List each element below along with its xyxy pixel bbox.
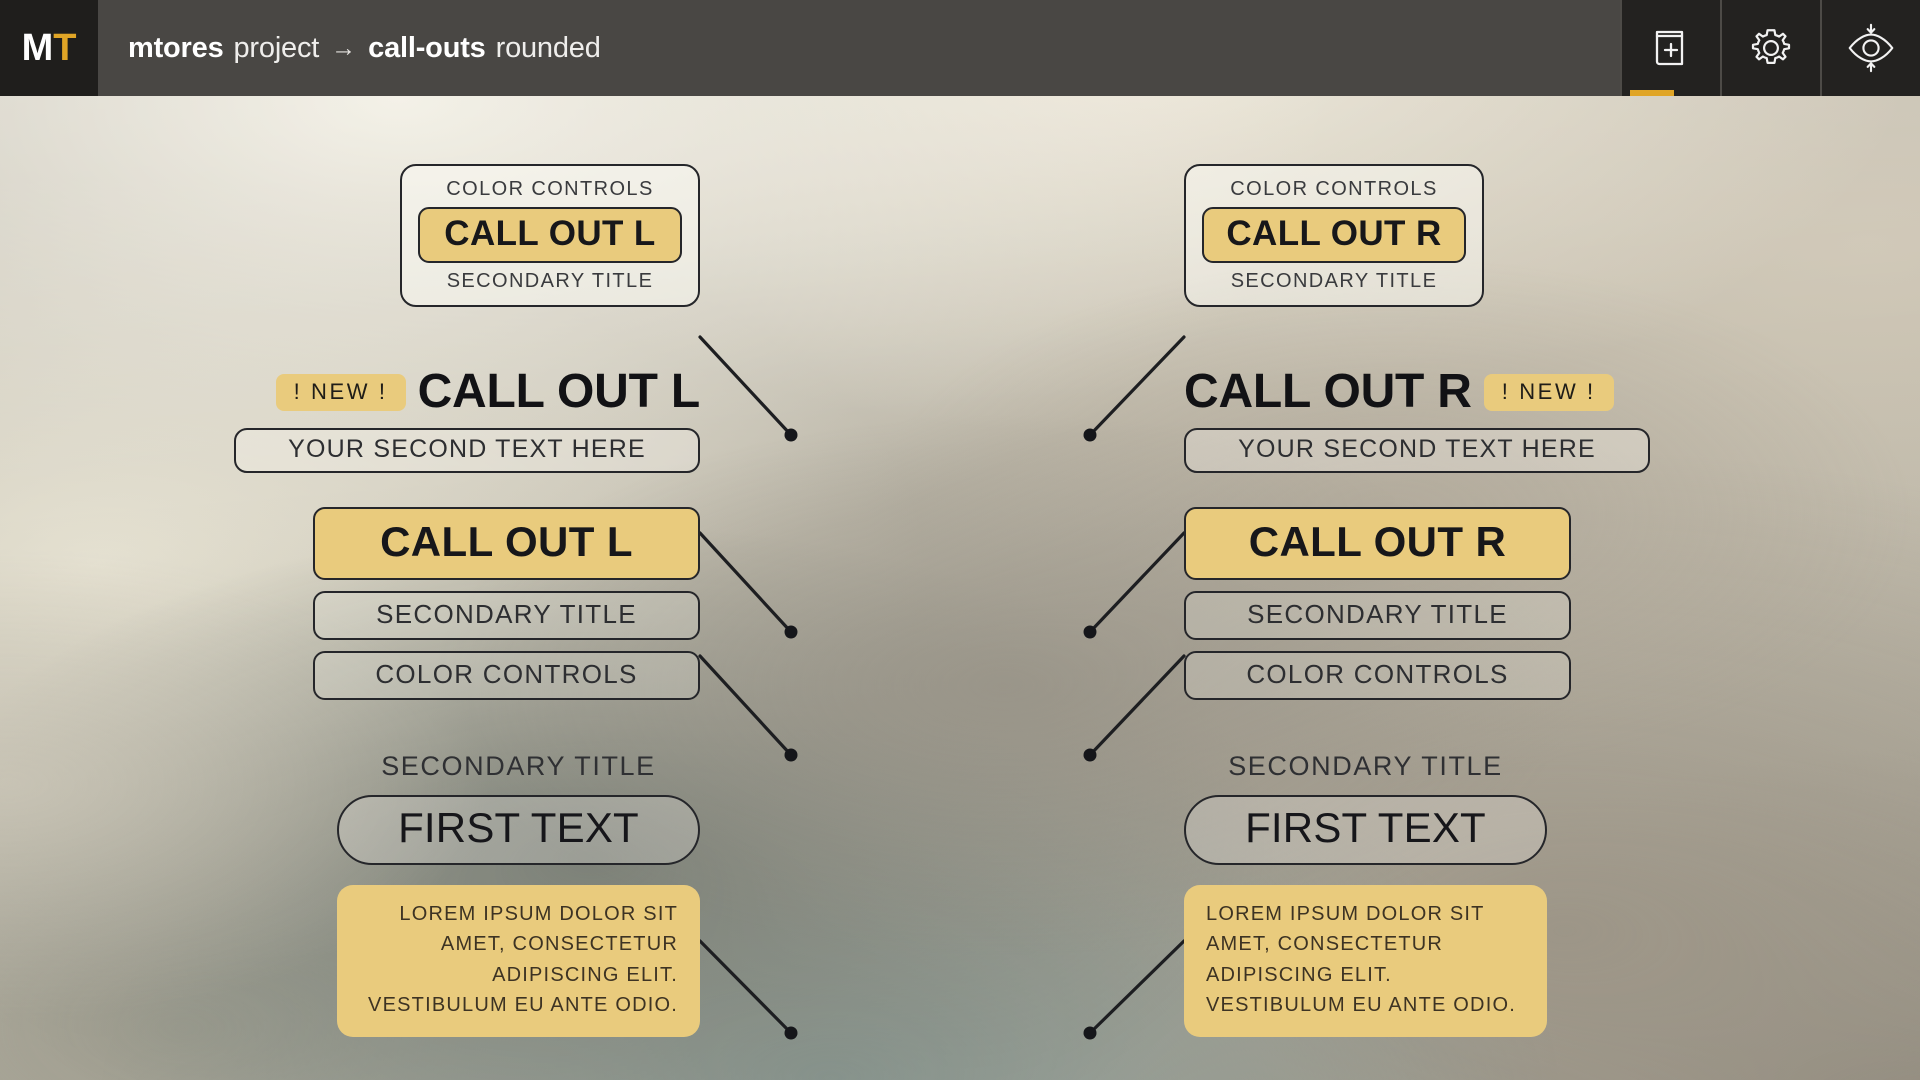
background-gradient-warm [0,96,1920,1080]
breadcrumb-arrow-icon: → [331,33,357,62]
callout-subtitle: YOUR SECOND TEXT HERE [1184,428,1650,473]
breadcrumb-project-word: project [233,31,320,64]
callout-panel-left[interactable]: COLOR CONTROLS CALL OUT L SECONDARY TITL… [400,164,700,307]
panel-bottom-caption: SECONDARY TITLE [446,270,654,292]
background-gradient-cool [0,96,1920,1080]
breadcrumb: mtores project → call-outs rounded [98,0,1620,96]
title-row: ! NEW ! CALL OUT L [234,368,700,416]
callout-subtitle: YOUR SECOND TEXT HERE [234,428,700,473]
panel-title: CALL OUT L [418,207,682,263]
app-window: COLOR CONTROLS CALL OUT L SECONDARY TITL… [0,0,1920,1080]
stack-line-1: SECONDARY TITLE [1184,591,1571,640]
callout-title: CALL OUT L [417,365,701,418]
toolbar [1620,0,1920,96]
breadcrumb-project-name[interactable]: mtores [128,32,224,65]
breadcrumb-item-name[interactable]: call-outs [368,32,486,65]
background-sheen [0,96,1920,1080]
stack-line-1: SECONDARY TITLE [313,591,700,640]
note-caption: SECONDARY TITLE [1228,751,1503,781]
note-body: LOREM IPSUM DOLOR SIT AMET, CONSECTETUR … [337,885,700,1037]
callout-title-bar-left[interactable]: ! NEW ! CALL OUT L YOUR SECOND TEXT HERE [234,368,700,473]
app-logo[interactable]: MT [0,0,98,96]
callout-stack-left[interactable]: CALL OUT L SECONDARY TITLE COLOR CONTROL… [313,507,700,700]
background-gradient-mid [0,96,1920,1080]
eye-fit-icon [1845,23,1897,73]
callout-stack-right[interactable]: CALL OUT R SECONDARY TITLE COLOR CONTROL… [1184,507,1571,700]
note-title: FIRST TEXT [1184,795,1547,865]
stack-line-2: COLOR CONTROLS [1184,651,1571,700]
preview-canvas[interactable]: COLOR CONTROLS CALL OUT L SECONDARY TITL… [0,96,1920,1080]
note-title: FIRST TEXT [337,795,700,865]
note-body: LOREM IPSUM DOLOR SIT AMET, CONSECTETUR … [1184,885,1547,1037]
callout-note-left[interactable]: SECONDARY TITLE FIRST TEXT LOREM IPSUM D… [337,751,700,1037]
logo-text: MT [22,29,77,67]
note-caption: SECONDARY TITLE [381,751,656,781]
panel-top-caption: COLOR CONTROLS [446,178,654,200]
add-to-library-button[interactable] [1620,0,1720,96]
breadcrumb-item-word: rounded [495,31,601,64]
panel-title: CALL OUT R [1202,207,1466,263]
leader-lines [698,335,1186,1040]
settings-button[interactable] [1720,0,1820,96]
stack-line-2: COLOR CONTROLS [313,651,700,700]
callout-title-bar-right[interactable]: CALL OUT R ! NEW ! YOUR SECOND TEXT HERE [1184,368,1650,473]
stack-title: CALL OUT R [1184,507,1571,580]
title-bar: MT mtores project → call-outs rounded [0,0,1920,96]
fit-to-view-button[interactable] [1820,0,1920,96]
logo-letter-t: T [53,27,77,69]
callout-note-right[interactable]: SECONDARY TITLE FIRST TEXT LOREM IPSUM D… [1184,751,1547,1037]
stack-title: CALL OUT L [313,507,700,580]
new-badge: ! NEW ! [275,373,406,411]
panel-bottom-caption: SECONDARY TITLE [1230,270,1438,292]
book-plus-icon [1650,26,1692,70]
new-badge: ! NEW ! [1483,373,1614,411]
panel-top-caption: COLOR CONTROLS [1230,178,1438,200]
logo-letter-m: M [21,27,54,69]
callout-title: CALL OUT R [1184,365,1472,418]
gear-icon [1748,25,1794,71]
callout-panel-right[interactable]: COLOR CONTROLS CALL OUT R SECONDARY TITL… [1184,164,1484,307]
title-row: CALL OUT R ! NEW ! [1184,368,1650,416]
